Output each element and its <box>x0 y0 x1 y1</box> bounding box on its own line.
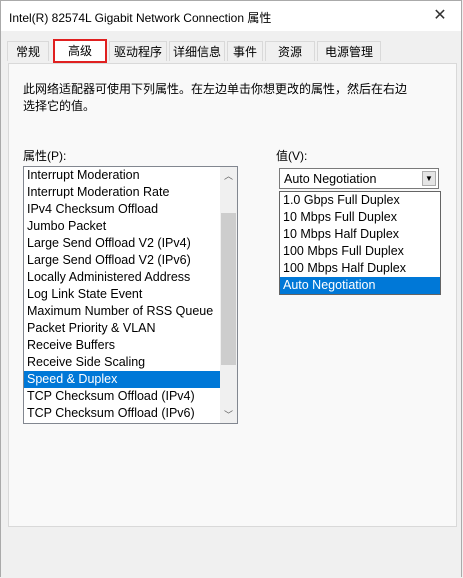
property-scrollbar[interactable]: ︿ ﹀ <box>220 167 237 423</box>
property-item-selected[interactable]: Speed & Duplex <box>24 371 237 388</box>
property-listbox[interactable]: Interrupt Moderation Interrupt Moderatio… <box>23 166 238 424</box>
property-item[interactable]: Locally Administered Address <box>24 269 237 286</box>
value-option[interactable]: 100 Mbps Full Duplex <box>280 243 440 260</box>
value-option[interactable]: 10 Mbps Half Duplex <box>280 226 440 243</box>
properties-label: 属性(P): <box>23 149 67 163</box>
value-option[interactable]: 10 Mbps Full Duplex <box>280 209 440 226</box>
value-dropdown-list: 1.0 Gbps Full Duplex 10 Mbps Full Duplex… <box>279 191 441 295</box>
property-item[interactable]: Receive Buffers <box>24 337 237 354</box>
chevron-down-icon[interactable]: ▼ <box>422 171 436 186</box>
property-item[interactable]: TCP Checksum Offload (IPv4) <box>24 388 237 405</box>
tab-driver[interactable]: 驱动程序 <box>109 41 167 61</box>
value-label: 值(V): <box>276 149 308 163</box>
close-button[interactable]: ✕ <box>425 3 455 27</box>
property-item[interactable]: TCP Checksum Offload (IPv6) <box>24 405 237 422</box>
property-item[interactable]: IPv4 Checksum Offload <box>24 201 237 218</box>
value-option-selected[interactable]: Auto Negotiation <box>280 277 440 294</box>
property-item[interactable]: Maximum Number of RSS Queue <box>24 303 237 320</box>
value-combobox[interactable]: Auto Negotiation ▼ <box>279 168 439 189</box>
window-title: Intel(R) 82574L Gigabit Network Connecti… <box>9 11 272 25</box>
property-item[interactable]: Large Send Offload V2 (IPv6) <box>24 252 237 269</box>
value-option[interactable]: 1.0 Gbps Full Duplex <box>280 192 440 209</box>
combo-selected-value: Auto Negotiation <box>284 172 377 186</box>
scroll-thumb[interactable] <box>221 213 236 365</box>
property-item[interactable]: Large Send Offload V2 (IPv4) <box>24 235 237 252</box>
tab-advanced[interactable]: 高级 <box>53 39 107 63</box>
property-item[interactable]: Log Link State Event <box>24 286 237 303</box>
property-list: Interrupt Moderation Interrupt Moderatio… <box>24 167 237 422</box>
tab-power-management[interactable]: 电源管理 <box>317 41 381 61</box>
close-icon: ✕ <box>433 7 447 24</box>
dialog-footer <box>1 527 461 578</box>
tab-resources[interactable]: 资源 <box>265 41 315 61</box>
tab-general[interactable]: 常规 <box>7 41 49 61</box>
tab-details[interactable]: 详细信息 <box>169 41 225 61</box>
property-item[interactable]: Receive Side Scaling <box>24 354 237 371</box>
property-item[interactable]: Packet Priority & VLAN <box>24 320 237 337</box>
title-bar: Intel(R) 82574L Gigabit Network Connecti… <box>1 1 461 31</box>
description-text: 此网络适配器可使用下列属性。在左边单击你想更改的属性，然后在右边选择它的值。 <box>23 82 408 113</box>
property-item[interactable]: Interrupt Moderation <box>24 167 237 184</box>
scroll-down-icon[interactable]: ﹀ <box>220 406 237 423</box>
tab-events[interactable]: 事件 <box>227 41 263 61</box>
properties-dialog: Intel(R) 82574L Gigabit Network Connecti… <box>0 0 462 578</box>
scroll-up-icon[interactable]: ︿ <box>220 167 237 184</box>
property-item[interactable]: Interrupt Moderation Rate <box>24 184 237 201</box>
value-option[interactable]: 100 Mbps Half Duplex <box>280 260 440 277</box>
property-item[interactable]: Jumbo Packet <box>24 218 237 235</box>
